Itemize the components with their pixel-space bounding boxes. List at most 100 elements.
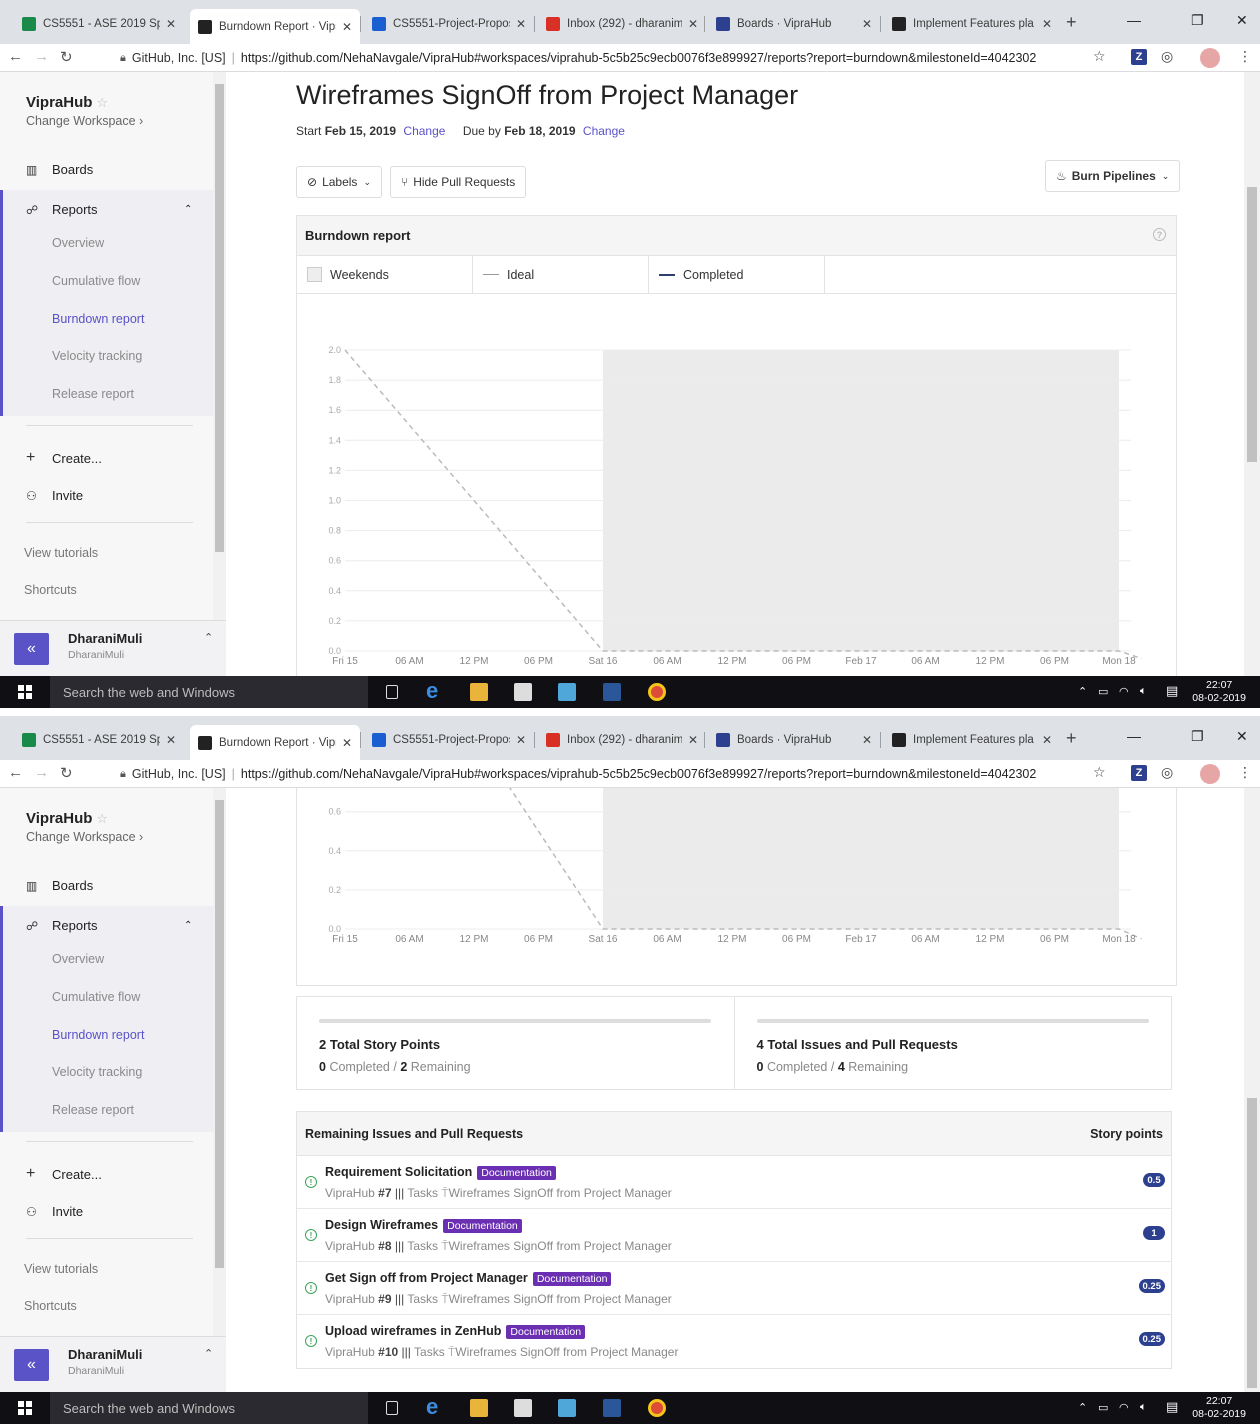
issue-title[interactable]: Upload wireframes in ZenHub — [325, 1324, 501, 1338]
close-tab-icon[interactable]: ✕ — [862, 733, 872, 747]
bookmark-star-icon[interactable]: ☆ — [1093, 48, 1106, 65]
word-icon[interactable] — [603, 683, 621, 701]
collapse-sidebar-button[interactable]: « — [14, 633, 49, 665]
forward-icon[interactable]: → — [34, 48, 49, 65]
browser-tab[interactable]: Implement Features pla ✕ — [884, 725, 1060, 755]
photos-icon[interactable] — [558, 683, 576, 701]
photos-icon[interactable] — [558, 1399, 576, 1417]
browser-tab[interactable]: CS5551 - ASE 2019 Spr ✕ — [14, 725, 184, 755]
word-icon[interactable] — [603, 1399, 621, 1417]
sidebar-item-create[interactable]: + Create... — [26, 1165, 102, 1183]
reload-icon[interactable]: ↻ — [60, 48, 73, 66]
star-icon[interactable]: ☆ — [96, 811, 108, 826]
notifications-icon[interactable]: ▤ — [1166, 1399, 1178, 1415]
collapse-sidebar-button[interactable]: « — [14, 1349, 49, 1381]
close-tab-icon[interactable]: ✕ — [342, 20, 352, 34]
windows-start-icon[interactable] — [18, 685, 32, 699]
task-view-icon[interactable] — [386, 685, 398, 699]
label-badge[interactable]: Documentation — [506, 1325, 586, 1339]
sidebar-item-overview[interactable]: Overview — [52, 236, 104, 250]
sidebar-item-burndown-report[interactable]: Burndown report — [52, 312, 144, 326]
volume-icon[interactable]: 🔈︎ — [1140, 1401, 1147, 1414]
legend-ideal[interactable]: Ideal — [473, 256, 649, 293]
workspace-name[interactable]: VipraHub ☆ — [26, 94, 108, 111]
file-explorer-icon[interactable] — [470, 1399, 488, 1417]
page-scrollbar[interactable] — [1244, 72, 1260, 676]
issue-title[interactable]: Design Wireframes — [325, 1218, 438, 1232]
scrollbar-thumb[interactable] — [215, 800, 224, 1268]
issue-title[interactable]: Get Sign off from Project Manager — [325, 1271, 528, 1285]
close-window-icon[interactable]: ✕ — [1236, 12, 1248, 29]
close-tab-icon[interactable]: ✕ — [342, 736, 352, 750]
table-row[interactable]: ! Design Wireframes Documentation VipraHub … — [297, 1209, 1171, 1262]
reload-icon[interactable]: ↻ — [60, 764, 73, 782]
sidebar-item-velocity-tracking[interactable]: Velocity tracking — [52, 349, 142, 363]
label-badge[interactable]: Documentation — [532, 1272, 612, 1286]
table-row[interactable]: ! Upload wireframes in ZenHub Documentatio… — [297, 1315, 1171, 1368]
volume-icon[interactable]: 🔈︎ — [1140, 685, 1147, 698]
change-workspace-link[interactable]: Change Workspace › — [26, 830, 143, 844]
sidebar-item-burndown-report[interactable]: Burndown report — [52, 1028, 144, 1042]
close-tab-icon[interactable]: ✕ — [1042, 733, 1052, 747]
change-start-link[interactable]: Change — [403, 124, 445, 138]
browser-tab[interactable]: CS5551-Project-Propos ✕ — [364, 725, 534, 755]
store-icon[interactable] — [514, 683, 532, 701]
sidebar-item-cumulative-flow[interactable]: Cumulative flow — [52, 274, 140, 288]
table-row[interactable]: ! Get Sign off from Project Manager Docume… — [297, 1262, 1171, 1315]
file-explorer-icon[interactable] — [470, 683, 488, 701]
label-badge[interactable]: Documentation — [477, 1166, 556, 1180]
change-workspace-link[interactable]: Change Workspace › — [26, 114, 143, 128]
minimize-icon[interactable]: — — [1127, 728, 1141, 744]
legend-completed[interactable]: Completed — [649, 256, 825, 293]
sidebar-item-reports[interactable]: ☍ Reports ⌃ — [26, 918, 192, 933]
back-icon[interactable]: ← — [8, 48, 23, 65]
sidebar-item-boards[interactable]: ▥ Boards — [26, 162, 93, 177]
taskbar-search-input[interactable]: Search the web and Windows — [50, 676, 368, 708]
change-due-link[interactable]: Change — [583, 124, 625, 138]
browser-tab[interactable]: Boards · VipraHub ✕ — [708, 725, 880, 755]
help-icon[interactable]: ? — [1153, 228, 1166, 241]
close-window-icon[interactable]: ✕ — [1236, 728, 1248, 745]
chevron-up-icon[interactable]: ⌃ — [204, 1347, 213, 1360]
zenhub-extension-icon[interactable]: Z — [1131, 765, 1147, 781]
sidebar-item-invite[interactable]: ⚇ Invite — [26, 1204, 83, 1219]
sidebar-item-velocity-tracking[interactable]: Velocity tracking — [52, 1065, 142, 1079]
windows-start-icon[interactable] — [18, 1401, 32, 1415]
system-clock[interactable]: 22:07 08-02-2019 — [1192, 679, 1246, 705]
scrollbar-thumb[interactable] — [215, 84, 224, 552]
back-icon[interactable]: ← — [8, 764, 23, 781]
chevron-up-icon[interactable]: ⌃ — [204, 631, 213, 644]
star-icon[interactable]: ☆ — [96, 95, 108, 110]
zenhub-extension-icon[interactable]: Z — [1131, 49, 1147, 65]
issue-title[interactable]: Requirement Solicitation — [325, 1165, 472, 1179]
battery-icon[interactable]: ▭ — [1098, 1401, 1108, 1414]
sidebar-item-reports[interactable]: ☍ Reports ⌃ — [26, 202, 192, 217]
close-tab-icon[interactable]: ✕ — [166, 17, 176, 31]
extension-icon[interactable]: ◎ — [1161, 48, 1173, 65]
table-row[interactable]: ! Requirement Solicitation Documentation Vi… — [297, 1156, 1171, 1209]
browser-tab[interactable]: Inbox (292) - dharanim ✕ — [538, 9, 706, 39]
sidebar-scrollbar[interactable] — [213, 788, 226, 1336]
edge-icon[interactable]: e — [426, 678, 444, 703]
tray-chevron-icon[interactable]: ⌃ — [1078, 1401, 1087, 1414]
hide-pull-requests-button[interactable]: ⑂ Hide Pull Requests — [390, 166, 527, 198]
close-tab-icon[interactable]: ✕ — [1042, 17, 1052, 31]
close-tab-icon[interactable]: ✕ — [166, 733, 176, 747]
browser-tab[interactable]: Burndown Report · Vipr ✕ — [190, 9, 360, 44]
maximize-icon[interactable]: ❐ — [1191, 728, 1204, 745]
burn-pipelines-button[interactable]: ♨ Burn Pipelines ⌄ — [1045, 160, 1181, 192]
sidebar-item-release-report[interactable]: Release report — [52, 387, 134, 401]
profile-avatar[interactable] — [1200, 48, 1220, 68]
tray-chevron-icon[interactable]: ⌃ — [1078, 685, 1087, 698]
address-bar[interactable]: 🔒︎ GitHub, Inc. [US] | https://github.co… — [112, 762, 1118, 786]
close-tab-icon[interactable]: ✕ — [516, 733, 526, 747]
close-tab-icon[interactable]: ✕ — [862, 17, 872, 31]
close-tab-icon[interactable]: ✕ — [688, 17, 698, 31]
sidebar-item-boards[interactable]: ▥ Boards — [26, 878, 93, 893]
wifi-icon[interactable]: ◠ — [1119, 1401, 1129, 1414]
scrollbar-thumb[interactable] — [1247, 1098, 1257, 1388]
chrome-icon[interactable] — [648, 683, 666, 701]
browser-tab[interactable]: Implement Features pla ✕ — [884, 9, 1060, 39]
close-tab-icon[interactable]: ✕ — [516, 17, 526, 31]
sidebar-item-release-report[interactable]: Release report — [52, 1103, 134, 1117]
